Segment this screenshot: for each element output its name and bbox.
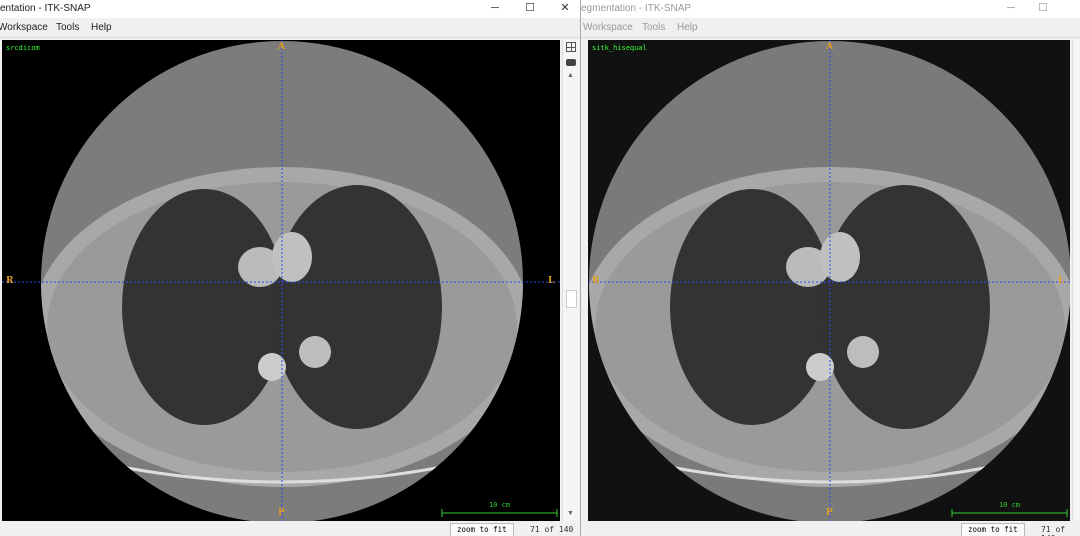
scale-bar-label: 10 cm [998, 501, 1021, 509]
slice-scrollbar-thumb[interactable] [566, 290, 577, 308]
right-window: egmentation - ITK-SNAP ─ ☐ Workspace Too… [581, 0, 1080, 536]
title-bar: egmentation - ITK-SNAP ─ ☐ [581, 0, 1080, 18]
layer-name: sitk_hisequal [592, 44, 647, 52]
camera-icon[interactable] [566, 59, 576, 66]
scroll-down-icon[interactable]: ▼ [567, 510, 574, 517]
side-toolbar [1072, 40, 1080, 521]
ct-image [2, 40, 560, 521]
orientation-posterior: P [278, 508, 285, 518]
menu-bar: Workspace Tools Help [0, 18, 580, 38]
left-window: entation - ITK-SNAP ─ ☐ ✕ Workspace Tool… [0, 0, 581, 536]
orientation-left: L [1058, 276, 1065, 286]
orientation-anterior: A [278, 42, 285, 52]
menu-workspace[interactable]: Workspace [0, 18, 48, 38]
slice-indicator: 71 of 140 [1041, 525, 1066, 536]
slice-indicator: 71 of 140 [530, 525, 574, 534]
minimize-icon[interactable]: ─ [485, 0, 505, 16]
scroll-up-icon[interactable]: ▲ [567, 72, 574, 79]
close-icon[interactable]: ✕ [555, 0, 575, 16]
layer-name: srcdicom [6, 44, 40, 52]
axial-slice-view[interactable]: srcdicom A P R L 10 cm [2, 40, 560, 521]
maximize-icon[interactable]: ☐ [1033, 0, 1053, 16]
menu-help[interactable]: Help [677, 18, 698, 38]
window-title: entation - ITK-SNAP [0, 3, 91, 14]
menu-help[interactable]: Help [91, 18, 112, 38]
zoom-to-fit-button[interactable]: zoom to fit [450, 523, 514, 536]
orientation-anterior: A [826, 42, 833, 52]
menu-tools[interactable]: Tools [642, 18, 665, 38]
layout-icon[interactable] [566, 42, 576, 52]
scale-bar-label: 10 cm [488, 501, 511, 509]
zoom-to-fit-button[interactable]: zoom to fit [961, 523, 1025, 536]
maximize-icon[interactable]: ☐ [520, 0, 540, 16]
menu-bar: Workspace Tools Help [581, 18, 1080, 38]
orientation-left: L [548, 276, 555, 286]
axial-slice-view[interactable]: sitk_hisequal A P R L 10 cm [588, 40, 1070, 521]
orientation-right: R [6, 276, 14, 286]
title-bar: entation - ITK-SNAP ─ ☐ ✕ [0, 0, 580, 18]
menu-workspace[interactable]: Workspace [583, 18, 633, 38]
menu-tools[interactable]: Tools [56, 18, 79, 38]
window-title: egmentation - ITK-SNAP [581, 3, 692, 14]
side-toolbar: ▲ ▼ [562, 40, 579, 521]
ct-image [588, 40, 1070, 521]
orientation-posterior: P [826, 508, 833, 518]
orientation-right: R [592, 276, 600, 286]
minimize-icon[interactable]: ─ [1001, 0, 1021, 16]
